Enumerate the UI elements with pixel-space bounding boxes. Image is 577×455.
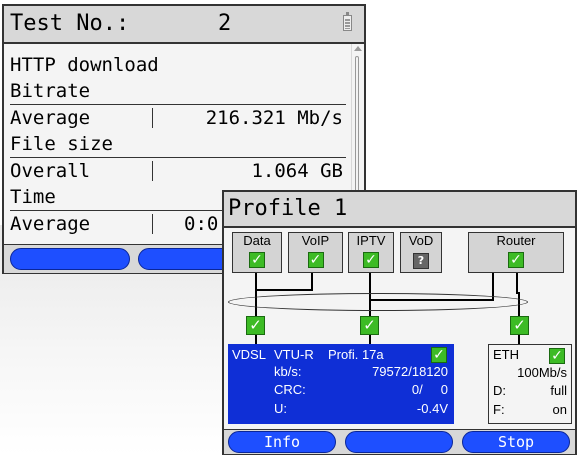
service-data[interactable]: Data ✓	[232, 232, 282, 273]
connection-line	[255, 335, 257, 344]
section-title-file-size: File size	[10, 133, 113, 155]
service-vod[interactable]: VoD ?	[400, 232, 442, 273]
eth-duplex-label: D:	[493, 383, 506, 398]
check-icon: ✓	[508, 252, 524, 268]
vdsl-crc-value: 0/ 0	[411, 382, 448, 397]
connection-line	[255, 273, 257, 317]
check-icon: ✓	[363, 252, 379, 268]
eth-speed: 100Mb/s	[517, 365, 567, 380]
profile-screen: Profile 1 Data ✓ VoIP ✓ IPTV ✓ VoD ? Rou…	[222, 190, 577, 455]
service-label: VoD	[408, 233, 434, 248]
service-label: Router	[496, 233, 536, 248]
stop-button[interactable]: Stop	[462, 431, 570, 453]
battery-icon	[343, 12, 352, 31]
eth-status-panel[interactable]: ETH ✓ 100Mb/s D: full F: on	[488, 344, 572, 424]
time-label: Average	[10, 213, 91, 235]
section-title-bitrate: Bitrate	[10, 80, 91, 102]
bitrate-value: 216.321 Mb/s	[205, 107, 343, 129]
service-label: VoIP	[301, 233, 330, 248]
eth-flow-value: on	[552, 402, 567, 417]
connection-line	[516, 273, 518, 294]
check-icon: ✓	[431, 347, 447, 363]
column-separator	[152, 161, 153, 181]
profile-title: Profile 1	[224, 192, 575, 228]
vdsl-status-panel[interactable]: VDSL VTU-R Profi. 17a ✓ kb/s: 79572/1812…	[228, 344, 454, 424]
test-header: Test No.: 2	[4, 6, 364, 44]
scroll-up-arrow-icon[interactable]	[354, 46, 362, 51]
connection-line	[255, 289, 313, 291]
test-heading: HTTP download	[10, 54, 159, 76]
softkey-middle-button[interactable]	[345, 431, 453, 453]
time-value: 0:0	[184, 213, 219, 235]
check-icon: ✓	[510, 316, 529, 335]
check-icon: ✓	[246, 316, 265, 335]
service-label: Data	[243, 233, 271, 248]
check-icon: ✓	[249, 252, 265, 268]
service-voip[interactable]: VoIP ✓	[288, 232, 343, 273]
service-label: IPTV	[356, 233, 386, 248]
vdsl-voltage-value: -0.4V	[416, 401, 448, 416]
test-number-value: 2	[218, 11, 232, 36]
column-separator	[152, 108, 153, 128]
column-separator	[152, 214, 153, 234]
connection-line	[311, 273, 313, 290]
vdsl-mode: VTU-R	[274, 347, 314, 362]
check-icon: ✓	[360, 316, 379, 335]
vdsl-profile: Profi. 17a	[328, 347, 384, 362]
eth-label: ETH	[493, 347, 519, 362]
section-title-time: Time	[10, 186, 56, 208]
connection-line	[369, 335, 371, 344]
check-icon: ✓	[307, 252, 324, 268]
question-icon: ?	[413, 253, 429, 269]
vdsl-rate-label: kb/s:	[274, 364, 302, 379]
info-button[interactable]: Info	[228, 431, 336, 453]
vdsl-rate-value: 79572/18120	[372, 364, 448, 379]
file-size-label: Overall	[10, 160, 91, 182]
eth-duplex-value: full	[550, 383, 567, 398]
softkey-bar: Info Stop	[224, 429, 575, 454]
softkey-left-button[interactable]	[10, 248, 130, 270]
file-size-value: 1.064 GB	[251, 160, 343, 182]
service-iptv[interactable]: IPTV ✓	[348, 232, 394, 273]
network-bus	[228, 293, 528, 311]
eth-flow-label: F:	[493, 402, 505, 417]
service-router[interactable]: Router ✓	[468, 232, 564, 273]
test-number-label: Test No.:	[10, 11, 130, 36]
vdsl-voltage-label: U:	[274, 401, 287, 416]
vdsl-type: VDSL	[232, 347, 266, 362]
check-icon: ✓	[549, 348, 565, 364]
vdsl-crc-label: CRC:	[274, 382, 306, 397]
connection-line	[518, 335, 520, 344]
bitrate-label: Average	[10, 107, 91, 129]
